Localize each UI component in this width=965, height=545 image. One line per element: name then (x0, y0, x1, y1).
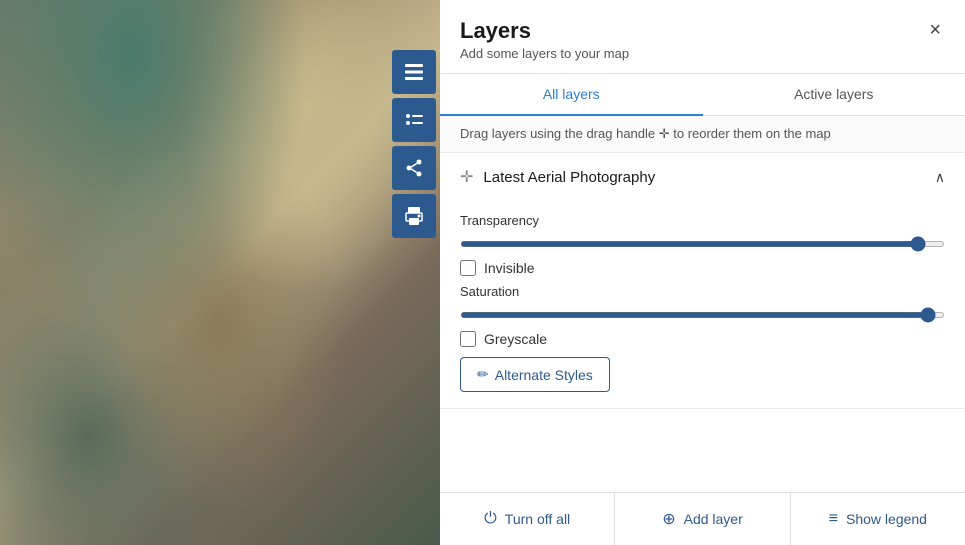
share-icon (403, 157, 425, 179)
show-legend-button[interactable]: ≡ Show legend (791, 493, 965, 545)
layer-name-aerial: Latest Aerial Photography (483, 169, 934, 186)
tab-active-layers[interactable]: Active layers (703, 74, 965, 116)
title-group: Layers Add some layers to your map (460, 18, 629, 61)
invisible-checkbox[interactable] (460, 260, 476, 276)
map-toolbar (392, 50, 440, 238)
turn-off-all-button[interactable]: ⏻ Turn off all (440, 493, 615, 545)
plus-circle-icon: ⊕ (662, 509, 675, 529)
drag-hint: Drag layers using the drag handle ✛ to r… (440, 116, 965, 153)
drag-handle-icon[interactable]: ✛ (460, 167, 473, 187)
saturation-label: Saturation (460, 284, 945, 299)
alternate-styles-label: Alternate Styles (495, 367, 593, 383)
transparency-slider[interactable] (460, 241, 945, 247)
alternate-styles-button[interactable]: ✏ Alternate Styles (460, 357, 610, 392)
legend-icon: ≡ (829, 510, 838, 528)
layers-panel: Layers Add some layers to your map × All… (440, 0, 965, 545)
layers-tool-button[interactable] (392, 50, 436, 94)
tab-all-layers[interactable]: All layers (440, 74, 703, 116)
saturation-slider[interactable] (460, 312, 945, 318)
map-background (0, 0, 440, 545)
print-tool-button[interactable] (392, 194, 436, 238)
power-icon: ⏻ (484, 510, 497, 528)
transparency-label: Transparency (460, 213, 945, 228)
chevron-up-icon: ∧ (935, 169, 945, 186)
panel-header: Layers Add some layers to your map × (440, 0, 965, 74)
greyscale-checkbox[interactable] (460, 331, 476, 347)
panel-title: Layers (460, 18, 629, 44)
list-icon (403, 109, 425, 131)
turn-off-all-label: Turn off all (505, 511, 570, 527)
print-icon (403, 205, 425, 227)
layer-row-aerial: ✛ Latest Aerial Photography ∧ Transparen… (440, 153, 965, 409)
layer-header-aerial[interactable]: ✛ Latest Aerial Photography ∧ (440, 153, 965, 201)
add-layer-label: Add layer (684, 511, 743, 527)
invisible-row: Invisible (460, 260, 945, 276)
layers-icon (403, 61, 425, 83)
close-button[interactable]: × (925, 18, 945, 42)
layer-controls-aerial: Transparency Invisible Saturation Greysc… (440, 201, 965, 408)
invisible-label[interactable]: Invisible (484, 260, 535, 276)
panel-footer: ⏻ Turn off all ⊕ Add layer ≡ Show legend (440, 492, 965, 545)
tabs-container: All layers Active layers (440, 74, 965, 116)
add-layer-button[interactable]: ⊕ Add layer (615, 493, 790, 545)
map-container[interactable] (0, 0, 440, 545)
list-tool-button[interactable] (392, 98, 436, 142)
show-legend-label: Show legend (846, 511, 927, 527)
share-tool-button[interactable] (392, 146, 436, 190)
layers-list: ✛ Latest Aerial Photography ∧ Transparen… (440, 153, 965, 492)
greyscale-label[interactable]: Greyscale (484, 331, 547, 347)
greyscale-row: Greyscale (460, 331, 945, 347)
pencil-icon: ✏ (477, 366, 489, 383)
panel-subtitle: Add some layers to your map (460, 46, 629, 61)
